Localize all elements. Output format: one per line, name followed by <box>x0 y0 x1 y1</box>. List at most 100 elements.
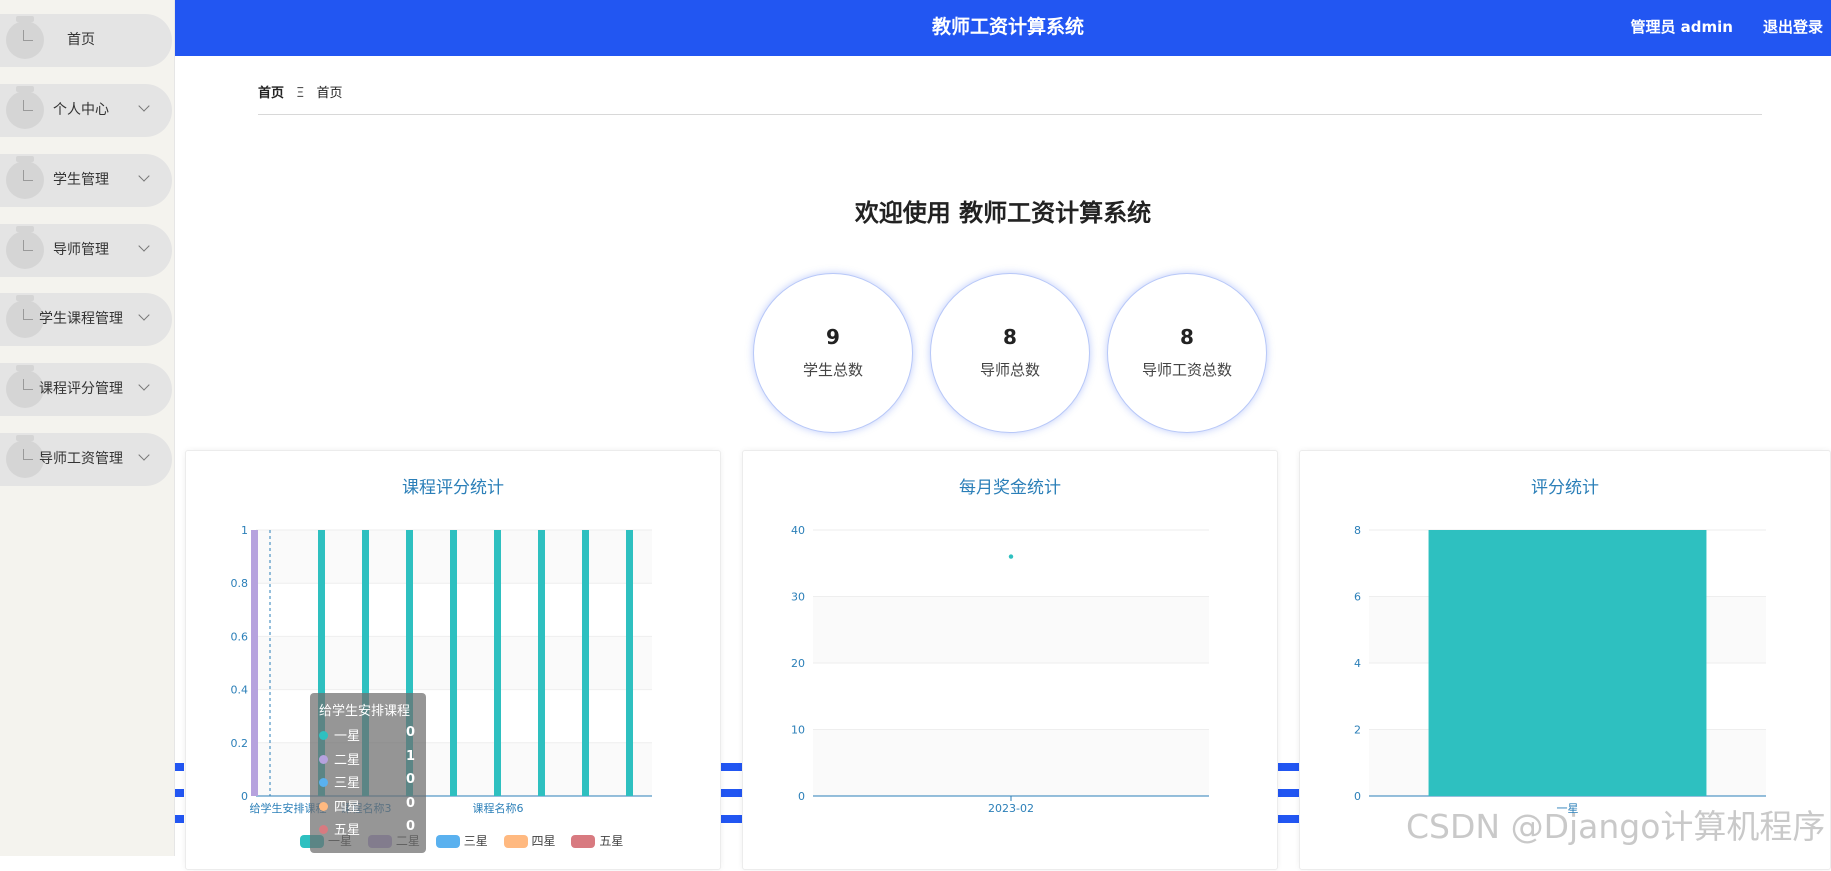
sidebar-item-home[interactable]: 首页 <box>0 14 172 67</box>
stat-label: 学生总数 <box>802 361 863 379</box>
tooltip-label: 五星 <box>334 823 361 838</box>
y-tick-label: 8 <box>1354 524 1361 537</box>
y-tick-label: 0.4 <box>231 684 249 697</box>
y-tick-label: 0.8 <box>231 577 249 590</box>
tooltip-value: 1 <box>405 748 415 764</box>
stat-label: 导师总数 <box>979 361 1040 379</box>
sidebar-item-course-rating-management[interactable]: 课程评分管理 <box>0 363 172 416</box>
sidebar-item-label: 学生课程管理 <box>39 311 123 327</box>
y-tick-label: 0.6 <box>231 630 249 643</box>
bar <box>538 530 545 796</box>
series-dot <box>319 731 328 740</box>
sidebar-item-personal-center[interactable]: 个人中心 <box>0 84 172 137</box>
x-tick-label: 2023-02 <box>988 802 1034 815</box>
app-title: 教师工资计算系统 <box>931 16 1084 38</box>
tooltip-label: 四星 <box>334 799 361 815</box>
bar <box>450 530 457 796</box>
legend-label: 四星 <box>531 834 556 848</box>
legend-swatch <box>571 835 596 848</box>
breadcrumb: 首页 Ξ 首页 <box>258 82 343 101</box>
series-dot <box>319 801 328 811</box>
legend-item[interactable]: 三星 <box>435 832 488 849</box>
y-tick-label: 40 <box>791 524 805 537</box>
bar <box>626 530 633 796</box>
stat-value: 9 <box>826 325 840 349</box>
tooltip-value: 0 <box>405 725 415 740</box>
y-tick-label: 0 <box>798 790 805 803</box>
grid-band <box>813 596 1209 663</box>
sidebar-item-label: 学生管理 <box>53 172 109 188</box>
legend-item[interactable]: 五星 <box>571 832 623 849</box>
breadcrumb-current: 首页 <box>316 86 343 101</box>
sidebar-item-label: 课程评分管理 <box>39 381 123 397</box>
x-tick-label: 课程名称6 <box>473 801 524 815</box>
tooltip-row: 一星 0 <box>319 725 417 749</box>
sidebar-item-student-course-management[interactable]: 学生课程管理 <box>0 293 172 346</box>
course-rating-chart: 00.20.40.60.81给学生安排课程课程名称3课程名称6 <box>231 524 652 815</box>
data-point <box>1008 554 1014 559</box>
bar <box>251 530 258 796</box>
legend-item[interactable]: 四星 <box>503 832 556 849</box>
sidebar-item-student-management[interactable]: 学生管理 <box>0 154 172 207</box>
welcome-heading: 欢迎使用 教师工资计算系统 <box>854 199 1152 227</box>
y-tick-label: 30 <box>791 591 805 604</box>
legend-label: 三星 <box>463 834 488 848</box>
tooltip-row: 五星 0 <box>319 819 417 843</box>
tooltip-value: 0 <box>405 795 415 811</box>
bar <box>1428 530 1707 796</box>
tooltip-value: 0 <box>405 772 415 787</box>
sidebar-item-label: 导师管理 <box>53 242 109 258</box>
stat-value: 8 <box>1180 325 1194 349</box>
top-bar: 教师工资计算系统 管理员 admin 退出登录 <box>175 0 1831 56</box>
tooltip-row: 二星 1 <box>319 749 417 773</box>
divider <box>258 114 1762 115</box>
series-dot <box>319 825 328 834</box>
current-user: 管理员 admin <box>1630 18 1733 36</box>
stat-mentor-total: 8 导师总数 <box>930 273 1090 433</box>
series-dot <box>319 778 328 787</box>
legend-swatch <box>503 835 528 848</box>
tooltip-row: 四星 0 <box>319 796 417 820</box>
breadcrumb-separator: Ξ <box>296 86 305 101</box>
y-tick-label: 0.2 <box>231 737 249 750</box>
sidebar-item-label: 导师工资管理 <box>39 451 123 467</box>
y-tick-label: 10 <box>791 724 805 737</box>
sidebar: 首页 个人中心 学生管理 导师管理 学生课程管理 课程评分管理 导师工资管理 <box>0 0 175 856</box>
tooltip-label: 二星 <box>334 752 361 768</box>
stat-label: 导师工资总数 <box>1141 361 1232 379</box>
chart-tooltip: 给学生安排课程 一星 0 二星 1 三星 0 四星 0 五星 0 <box>310 693 426 853</box>
monthly-bonus-chart: 0 10 20 30 40 2023-02 <box>791 524 1209 815</box>
y-tick-label: 2 <box>1354 724 1361 737</box>
logout-link[interactable]: 退出登录 <box>1763 0 1823 54</box>
grid-band <box>813 729 1209 796</box>
y-tick-label: 4 <box>1354 657 1361 670</box>
stat-student-total: 9 学生总数 <box>753 273 913 433</box>
breadcrumb-home[interactable]: 首页 <box>258 86 284 101</box>
tooltip-value: 0 <box>405 819 415 834</box>
tooltip-title: 给学生安排课程 <box>319 704 411 719</box>
tooltip-label: 三星 <box>334 776 361 791</box>
y-tick-label: 1 <box>241 524 248 537</box>
watermark: CSDN @Django计算机程序 <box>1406 807 1826 846</box>
bar <box>494 530 501 796</box>
legend-swatch <box>435 835 460 848</box>
decorative-bars <box>1278 763 1300 841</box>
decorative-bars <box>721 763 743 841</box>
tooltip-row: 三星 0 <box>319 772 417 796</box>
sidebar-item-mentor-salary-management[interactable]: 导师工资管理 <box>0 433 172 486</box>
bar <box>582 530 589 796</box>
series-dot <box>319 754 328 764</box>
sidebar-item-label: 个人中心 <box>53 102 109 118</box>
legend-label: 五星 <box>599 834 624 848</box>
stat-value: 8 <box>1003 325 1017 349</box>
monthly-bonus-card: 每月奖金统计 0 10 20 30 40 2023-02 <box>742 450 1278 870</box>
stat-mentor-salary-total: 8 导师工资总数 <box>1107 273 1267 433</box>
sidebar-item-label: 首页 <box>67 32 95 48</box>
sidebar-item-mentor-management[interactable]: 导师管理 <box>0 224 172 277</box>
y-tick-label: 20 <box>791 657 805 670</box>
y-tick-label: 6 <box>1354 591 1361 604</box>
course-rating-card: 课程评分统计 00.20.40.60.81给学生安排课程课程名称3课程名称6 <box>185 450 721 870</box>
tooltip-label: 一星 <box>334 729 361 744</box>
decorative-bars <box>175 763 184 841</box>
y-tick-label: 0 <box>241 790 248 803</box>
